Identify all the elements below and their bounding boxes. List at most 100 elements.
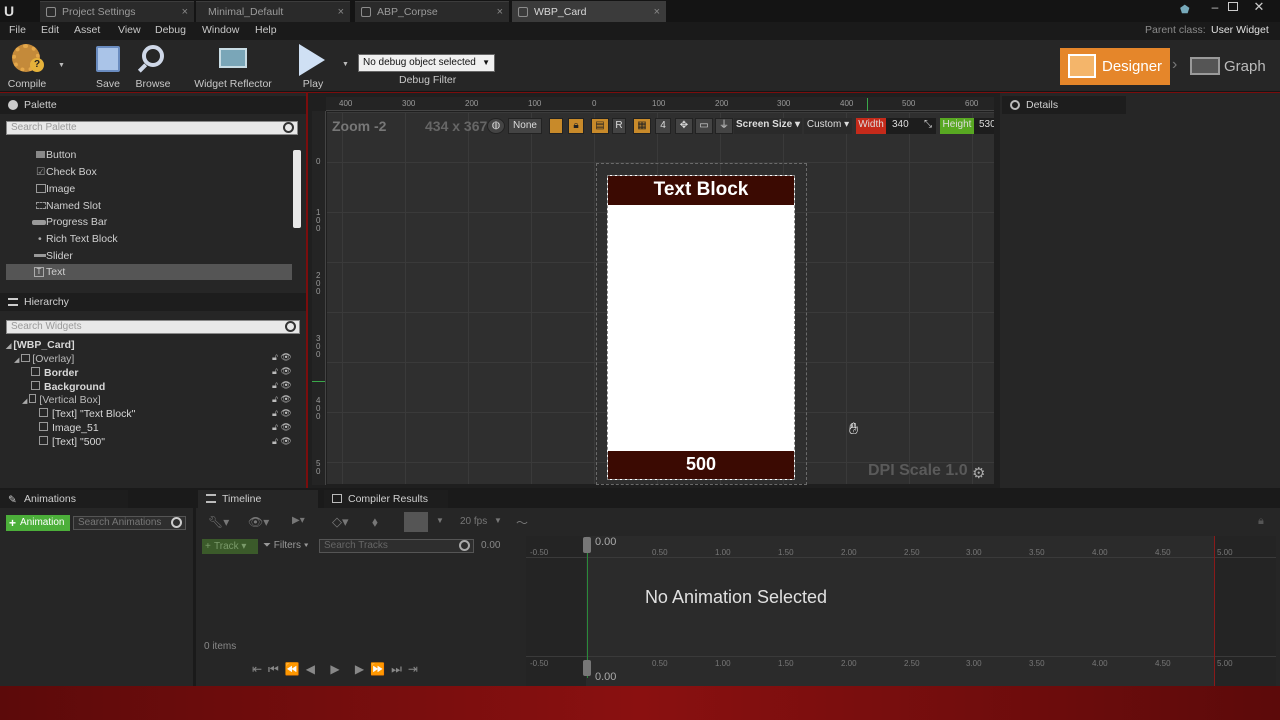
tracks-search-input[interactable]: Search Tracks (319, 539, 474, 553)
hierarchy-panel-header[interactable]: Hierarchy (0, 293, 306, 311)
swap-icon[interactable]: ⤡ (924, 118, 932, 132)
respect-locks-button[interactable]: R (612, 118, 626, 134)
close-window-icon[interactable]: ✕ (1252, 0, 1266, 14)
menu-asset[interactable]: Asset (74, 24, 100, 36)
visibility-controls[interactable]: 🔓︎ 👁︎ (272, 380, 300, 392)
hierarchy-item-vertical-box[interactable]: ◢ [Vertical Box] (22, 393, 101, 407)
animations-search-input[interactable]: Search Animations (73, 516, 186, 530)
fps-dropdown-icon[interactable]: ▼ (494, 516, 502, 525)
flow-direction-icon[interactable] (549, 118, 563, 134)
screenshot-icon[interactable]: ▭ (695, 118, 713, 134)
visibility-controls[interactable]: 🔓︎ 👁︎ (272, 436, 300, 448)
palette-item-progress-bar[interactable]: Progress Bar (6, 214, 292, 230)
record-button[interactable] (404, 512, 428, 532)
fps-dropdown[interactable]: 20 fps (460, 516, 487, 527)
tab-wbp-card[interactable]: WBP_Card × (512, 1, 666, 22)
source-control-icon[interactable]: ⬟ (1180, 4, 1192, 16)
debug-object-select[interactable]: No debug object selected ▼ (358, 54, 495, 72)
timeline-lock-icon[interactable]: 🔒︎ (1258, 515, 1264, 528)
close-icon[interactable]: × (182, 2, 188, 22)
compile-button[interactable]: ? Compile (4, 42, 50, 90)
grid-snap-value[interactable]: 4 (655, 118, 671, 134)
palette-panel-header[interactable]: Palette (0, 96, 306, 114)
transform-icon[interactable]: ✥ (675, 118, 693, 134)
save-button[interactable]: Save (92, 42, 124, 90)
layout-mode-icon[interactable]: ▤ (591, 118, 609, 134)
screen-size-dropdown[interactable]: Screen Size ▾ (734, 118, 802, 134)
close-icon[interactable]: × (497, 2, 503, 22)
collapse-arrow-icon[interactable]: ◢ (14, 357, 21, 364)
anchor-icon[interactable]: ⏚ (715, 118, 733, 134)
tab-abp-corpse[interactable]: ABP_Corpse × (355, 1, 509, 22)
filters-dropdown[interactable]: ⏷ Filters ▾ (263, 540, 309, 551)
palette-item-check-box[interactable]: ☑ Check Box (6, 164, 292, 180)
animations-panel-header[interactable]: ✎ Animations (0, 490, 128, 508)
auto-key-icon[interactable]: ⬧ (372, 514, 378, 530)
visibility-controls[interactable]: 🔓︎ 👁︎ (272, 422, 300, 434)
palette-item-image[interactable]: Image (6, 181, 292, 197)
eye-icon[interactable]: 👁︎▾ (248, 515, 269, 529)
localization-globe-icon[interactable]: ◍ (487, 118, 505, 134)
width-input[interactable]: 340 ⤡ (886, 118, 936, 134)
preview-none-button[interactable]: None (508, 118, 542, 134)
record-dropdown-icon[interactable]: ▼ (436, 516, 444, 525)
hierarchy-item-border[interactable]: Border (31, 366, 78, 380)
palette-search-input[interactable]: Search Palette (6, 121, 298, 135)
menu-window[interactable]: Window (202, 24, 239, 36)
hierarchy-item-overlay[interactable]: ◢ [Overlay] (14, 352, 74, 366)
add-track-button[interactable]: + Track ▾ (202, 539, 258, 554)
palette-item-rich-text-block[interactable]: • Rich Text Block (6, 231, 292, 247)
card-title[interactable]: Text Block (608, 179, 794, 201)
dpi-settings-gear-icon[interactable]: ⚙︎ (972, 464, 985, 482)
menu-view[interactable]: View (118, 24, 141, 36)
menu-file[interactable]: File (9, 24, 26, 36)
close-icon[interactable]: × (654, 2, 660, 22)
playhead-handle[interactable] (583, 537, 591, 553)
close-icon[interactable]: × (338, 2, 344, 22)
play-button[interactable]: Play (294, 42, 332, 90)
visibility-controls[interactable]: 🔓︎ 👁︎ (272, 352, 300, 364)
menu-edit[interactable]: Edit (41, 24, 59, 36)
tab-minimal-default[interactable]: Minimal_Default × (196, 1, 350, 22)
palette-scrollbar-thumb[interactable] (293, 150, 301, 228)
playhead-handle-bottom[interactable] (583, 660, 591, 676)
hierarchy-item-text-500[interactable]: [Text] "500" (39, 435, 105, 449)
menu-debug[interactable]: Debug (155, 24, 186, 36)
play-icon[interactable]: ▶▾ (292, 515, 305, 526)
playhead-line[interactable] (587, 548, 588, 678)
height-input[interactable]: 530 (974, 118, 994, 134)
hierarchy-item-wbp-card[interactable]: ◢ [WBP_Card] (6, 338, 75, 352)
card-value[interactable]: 500 (608, 454, 794, 475)
palette-item-button[interactable]: Button (6, 147, 292, 163)
palette-item-text[interactable]: T Text (6, 264, 292, 280)
tab-timeline[interactable]: Timeline (198, 490, 318, 508)
palette-item-named-slot[interactable]: Named Slot (6, 198, 292, 214)
add-animation-button[interactable]: + Animation (6, 515, 70, 531)
tab-compiler-results[interactable]: Compiler Results (324, 490, 448, 508)
compile-options-chevron-icon[interactable]: ▼ (58, 62, 65, 69)
hierarchy-item-text-block[interactable]: [Text] "Text Block" (39, 407, 135, 421)
maximize-icon[interactable] (1228, 2, 1238, 11)
graph-mode-button[interactable]: Graph (1186, 48, 1274, 85)
menu-help[interactable]: Help (255, 24, 277, 36)
play-options-chevron-icon[interactable]: ▼ (342, 61, 349, 68)
hierarchy-item-background[interactable]: Background (31, 380, 105, 394)
details-panel-header[interactable]: Details (1002, 96, 1126, 114)
designer-mode-button[interactable]: Designer (1060, 48, 1170, 85)
transport-controls[interactable]: ⇤⏮⏪◀ ▶ ▶⏩⏭⇥ (252, 662, 424, 677)
browse-button[interactable]: Browse (134, 42, 172, 90)
tab-project-settings[interactable]: Project Settings × (40, 1, 194, 22)
wrench-icon[interactable]: 🔧︎▾ (208, 515, 229, 529)
palette-item-slider[interactable]: Slider (6, 248, 292, 264)
widget-reflector-button[interactable]: Widget Reflector (192, 42, 274, 90)
collapse-arrow-icon[interactable]: ◢ (22, 398, 29, 405)
hierarchy-search-input[interactable]: Search Widgets (6, 320, 300, 334)
visibility-controls[interactable]: 🔓︎ 👁︎ (272, 394, 300, 406)
card-widget[interactable]: Text Block 500 (607, 175, 795, 480)
hierarchy-item-image-51[interactable]: Image_51 (39, 421, 99, 435)
key-icon[interactable]: ◇▾ (332, 514, 349, 530)
grid-snap-toggle-icon[interactable]: ▦ (633, 118, 651, 134)
visibility-controls[interactable]: 🔓︎ 👁︎ (272, 366, 300, 378)
minimize-icon[interactable]: – (1208, 0, 1222, 14)
lock-icon[interactable]: 🔒︎ (568, 118, 584, 134)
